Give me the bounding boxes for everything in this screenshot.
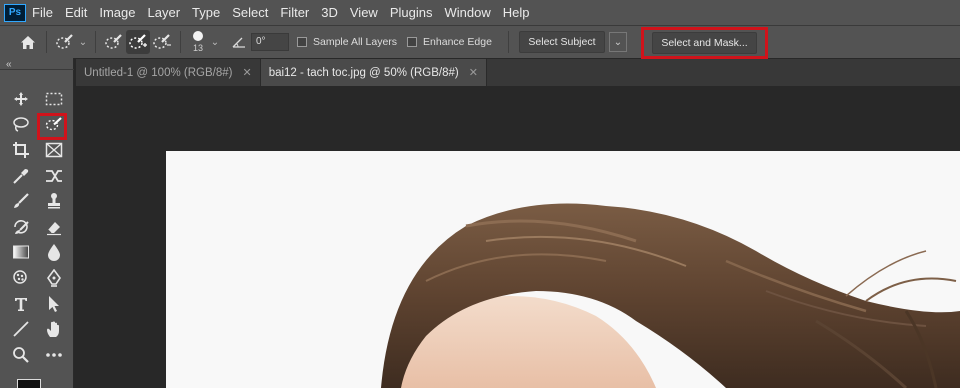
angle-icon	[227, 30, 251, 54]
enhance-edge-label: Enhance Edge	[423, 36, 492, 48]
checkbox-box[interactable]	[297, 37, 307, 47]
type-icon[interactable]	[4, 291, 37, 317]
menu-file[interactable]: File	[26, 0, 59, 25]
eraser-icon[interactable]	[37, 214, 70, 240]
crop-icon[interactable]	[4, 137, 37, 163]
dodge-icon[interactable]	[4, 265, 37, 291]
divider	[507, 31, 509, 53]
tab-untitled-1[interactable]: Untitled-1 @ 100% (RGB/8#) ✕	[76, 59, 261, 86]
eyedropper-icon[interactable]	[4, 163, 37, 189]
tab-label: bai12 - tach toc.jpg @ 50% (RGB/8#)	[268, 66, 459, 79]
divider	[0, 69, 74, 70]
select-and-mask-button[interactable]: Select and Mask...	[652, 32, 757, 54]
tools-panel: «	[0, 58, 74, 388]
checkbox-box[interactable]	[407, 37, 418, 47]
close-icon[interactable]: ✕	[469, 66, 478, 79]
new-selection-brush-icon[interactable]	[102, 30, 126, 54]
hand-icon[interactable]	[37, 316, 70, 342]
document-tabs: Untitled-1 @ 100% (RGB/8#) ✕ bai12 - tac…	[76, 59, 960, 86]
photoshop-logo[interactable]: Ps	[4, 3, 26, 22]
divider	[95, 31, 96, 53]
divider	[180, 31, 181, 53]
menu-layer[interactable]: Layer	[142, 0, 187, 25]
tab-label: Untitled-1 @ 100% (RGB/8#)	[84, 66, 233, 79]
foreground-color-swatch[interactable]	[17, 379, 41, 388]
brush-size-picker[interactable]: 13	[187, 31, 209, 53]
document-image[interactable]	[166, 151, 960, 388]
angle-field[interactable]: 0°	[251, 33, 289, 51]
pen-icon[interactable]	[37, 265, 70, 291]
menu-bar: Ps File Edit Image Layer Type Select Fil…	[0, 0, 960, 25]
brush-icon[interactable]	[4, 188, 37, 214]
move-icon[interactable]	[4, 86, 37, 112]
chevron-down-icon[interactable]: ⌄	[77, 37, 89, 48]
menu-image[interactable]: Image	[93, 0, 141, 25]
quick-selection-highlight	[37, 113, 67, 140]
divider	[46, 31, 47, 53]
brush-size-value: 13	[192, 43, 203, 53]
close-icon[interactable]: ✕	[242, 66, 251, 79]
menu-filter[interactable]: Filter	[274, 0, 315, 25]
history-brush-icon[interactable]	[4, 214, 37, 240]
gradient-icon[interactable]	[4, 240, 37, 266]
select-subject-dropdown-chevron-icon[interactable]: ⌄	[608, 32, 627, 52]
brush-tip-icon	[193, 31, 203, 41]
more-tools-icon[interactable]	[37, 342, 70, 368]
tab-bai12[interactable]: bai12 - tach toc.jpg @ 50% (RGB/8#) ✕	[260, 59, 487, 86]
menu-select[interactable]: Select	[226, 0, 274, 25]
frame-icon[interactable]	[37, 137, 70, 163]
add-to-selection-brush-icon[interactable]	[126, 30, 150, 54]
zoom-icon[interactable]	[4, 342, 37, 368]
line-icon[interactable]	[4, 316, 37, 342]
select-and-mask-highlight: Select and Mask...	[641, 27, 768, 59]
menu-edit[interactable]: Edit	[59, 0, 93, 25]
menu-3d[interactable]: 3D	[315, 0, 344, 25]
menu-help[interactable]: Help	[497, 0, 536, 25]
path-select-icon[interactable]	[37, 291, 70, 317]
menu-window[interactable]: Window	[438, 0, 496, 25]
menu-type[interactable]: Type	[186, 0, 226, 25]
lasso-icon[interactable]	[4, 112, 37, 138]
sample-all-layers-checkbox[interactable]: Sample All Layers	[297, 36, 397, 48]
hair-photo	[381, 203, 960, 388]
subtract-from-selection-brush-icon[interactable]	[150, 30, 174, 54]
home-icon[interactable]	[16, 30, 40, 54]
tool-preset-quick-selection-icon[interactable]	[53, 30, 77, 54]
blur-icon[interactable]	[37, 240, 70, 266]
enhance-edge-checkbox[interactable]: Enhance Edge	[407, 36, 492, 48]
sample-all-layers-label: Sample All Layers	[313, 36, 398, 48]
chevron-down-icon[interactable]: ⌄	[209, 37, 221, 48]
clone-stamp-icon[interactable]	[37, 188, 70, 214]
menu-plugins[interactable]: Plugins	[384, 0, 439, 25]
options-bar: ⌄ 13 ⌄ 0° Sample All Layers Enhance Edge…	[0, 25, 960, 58]
content-aware-move-icon[interactable]	[37, 163, 70, 189]
rect-marquee-icon[interactable]	[37, 86, 70, 112]
menu-view[interactable]: View	[344, 0, 384, 25]
select-subject-button[interactable]: Select Subject	[518, 31, 605, 53]
